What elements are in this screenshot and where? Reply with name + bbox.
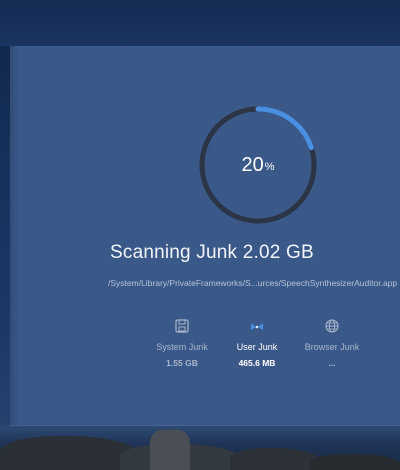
desktop-wallpaper	[0, 426, 400, 470]
category-browser-junk[interactable]: Browser Junk ...	[287, 318, 377, 368]
globe-icon	[325, 319, 339, 333]
user-junk-icon	[251, 323, 263, 330]
window-titlebar	[0, 0, 400, 46]
category-label: Browser Junk	[304, 342, 360, 352]
progress-percent: 20%	[197, 104, 319, 226]
progress-percent-value: 20	[241, 153, 264, 176]
wallpaper-rock	[150, 430, 190, 470]
progress-ring: 20%	[197, 104, 319, 226]
wallpaper-rock	[230, 448, 320, 470]
wallpaper-rock	[0, 436, 140, 470]
category-value: ...	[328, 358, 336, 368]
current-scan-path: /System/Library/PrivateFrameworks/S...ur…	[108, 278, 398, 288]
scan-title: Scanning Junk 2.02 GB	[110, 242, 314, 263]
scan-panel	[10, 46, 400, 426]
panel-shadow	[10, 46, 18, 426]
disk-icon	[175, 319, 189, 333]
progress-percent-unit: %	[264, 161, 275, 173]
wallpaper-rock	[310, 454, 400, 470]
